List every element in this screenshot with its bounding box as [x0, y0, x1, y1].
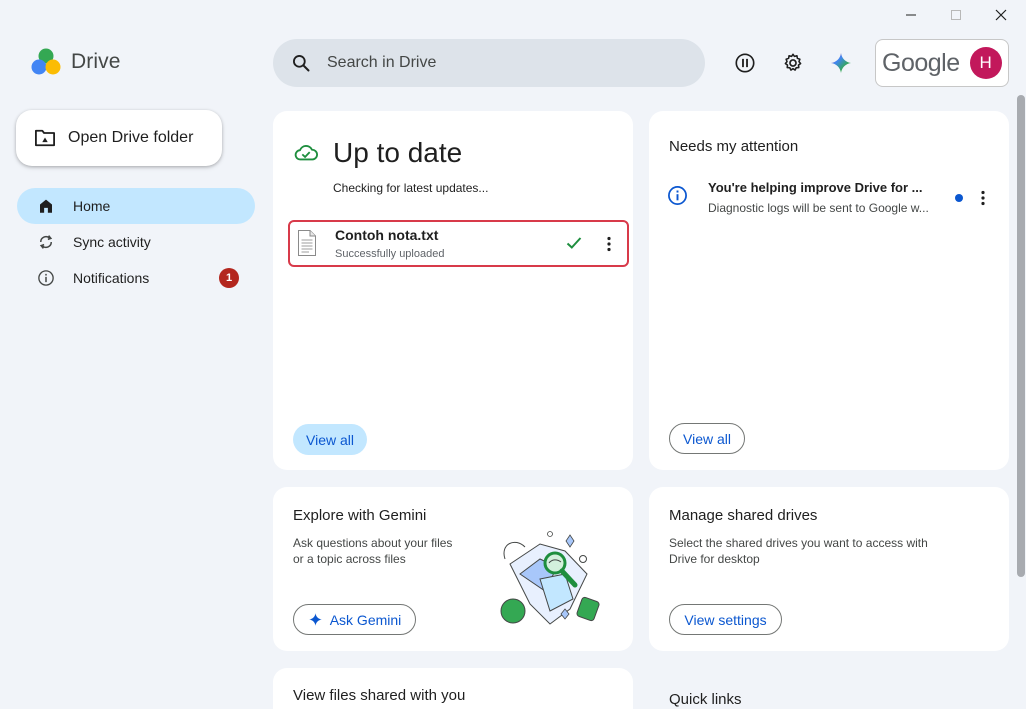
shared-drives-desc-line2: Drive for desktop: [669, 552, 760, 566]
pause-sync-button[interactable]: [725, 43, 765, 83]
shared-files-card: View files shared with you: [273, 668, 633, 709]
info-icon: [38, 270, 54, 286]
cloud-done-icon: [294, 145, 318, 161]
search-icon: [293, 55, 310, 72]
view-settings-button[interactable]: View settings: [669, 604, 782, 635]
sparkle-icon: [308, 613, 322, 626]
file-row[interactable]: Contoh nota.txt Successfully uploaded: [288, 220, 629, 267]
folder-icon: [35, 129, 55, 147]
maximize-button[interactable]: [933, 0, 979, 30]
shared-drives-title: Manage shared drives: [669, 507, 818, 524]
minimize-icon: [906, 14, 916, 16]
account-switcher[interactable]: Google H: [875, 39, 1009, 87]
sidebar-item-sync-activity[interactable]: Sync activity: [17, 224, 255, 260]
explore-gemini-card: Explore with Gemini Ask questions about …: [273, 487, 633, 651]
gemini-sparkle-icon: [831, 53, 851, 73]
open-drive-folder-label: Open Drive folder: [68, 129, 194, 146]
quick-links-title: Quick links: [669, 691, 742, 708]
drive-logo-icon: [31, 48, 61, 75]
drive-logo: Drive: [30, 48, 121, 76]
minimize-button[interactable]: [888, 0, 934, 30]
more-vert-icon[interactable]: [606, 236, 612, 252]
file-name: Contoh nota.txt: [335, 227, 439, 243]
gear-icon: [784, 53, 802, 71]
pause-icon: [735, 53, 755, 73]
attention-item-title[interactable]: You're helping improve Drive for ...: [708, 180, 923, 195]
check-icon: [566, 237, 582, 249]
text-file-icon: [298, 230, 316, 256]
unread-dot: [955, 194, 963, 202]
sidebar-item-label: Sync activity: [73, 234, 151, 250]
scrollbar-thumb[interactable]: [1017, 95, 1025, 577]
close-icon: [995, 9, 1007, 21]
maximize-icon: [951, 10, 961, 20]
gemini-illustration-icon: [500, 531, 600, 625]
shared-files-title: View files shared with you: [293, 687, 466, 704]
ask-gemini-button[interactable]: Ask Gemini: [293, 604, 416, 635]
settings-button[interactable]: [773, 43, 813, 83]
sidebar-item-label: Home: [73, 198, 111, 214]
gemini-title: Explore with Gemini: [293, 507, 427, 524]
open-drive-folder-button[interactable]: Open Drive folder: [16, 110, 222, 166]
sidebar-item-notifications[interactable]: Notifications 1: [17, 260, 255, 296]
sidebar-item-label: Notifications: [73, 270, 150, 286]
app-name: Drive: [71, 50, 121, 73]
status-title: Up to date: [333, 137, 463, 168]
avatar: H: [969, 47, 1002, 79]
attention-item-desc: Diagnostic logs will be sent to Google w…: [708, 201, 929, 215]
view-all-button[interactable]: View all: [669, 423, 745, 454]
notification-count-badge: 1: [219, 268, 239, 288]
home-icon: [40, 199, 52, 213]
google-wordmark: Google: [882, 48, 960, 77]
sidebar-item-home[interactable]: Home: [17, 188, 255, 224]
manage-shared-drives-card: Manage shared drives Select the shared d…: [649, 487, 1009, 651]
ask-gemini-label: Ask Gemini: [329, 611, 402, 628]
gemini-desc-line2: or a topic across files: [293, 552, 406, 566]
info-icon: [668, 186, 687, 205]
needs-attention-card: Needs my attention You're helping improv…: [649, 111, 1009, 470]
search-input[interactable]: [327, 54, 657, 72]
sync-status-card: Up to date Checking for latest updates..…: [273, 111, 633, 470]
view-all-button[interactable]: View all: [293, 424, 367, 455]
attention-title: Needs my attention: [669, 138, 799, 155]
file-status: Successfully uploaded: [335, 248, 445, 260]
sync-icon: [39, 235, 53, 249]
status-subtitle: Checking for latest updates...: [333, 181, 489, 195]
search-bar[interactable]: [273, 39, 705, 87]
gemini-button[interactable]: [821, 43, 861, 83]
close-button[interactable]: [978, 0, 1024, 30]
shared-drives-desc-line1: Select the shared drives you want to acc…: [669, 536, 928, 550]
gemini-desc-line1: Ask questions about your files: [293, 536, 453, 550]
more-vert-icon[interactable]: [980, 190, 986, 206]
